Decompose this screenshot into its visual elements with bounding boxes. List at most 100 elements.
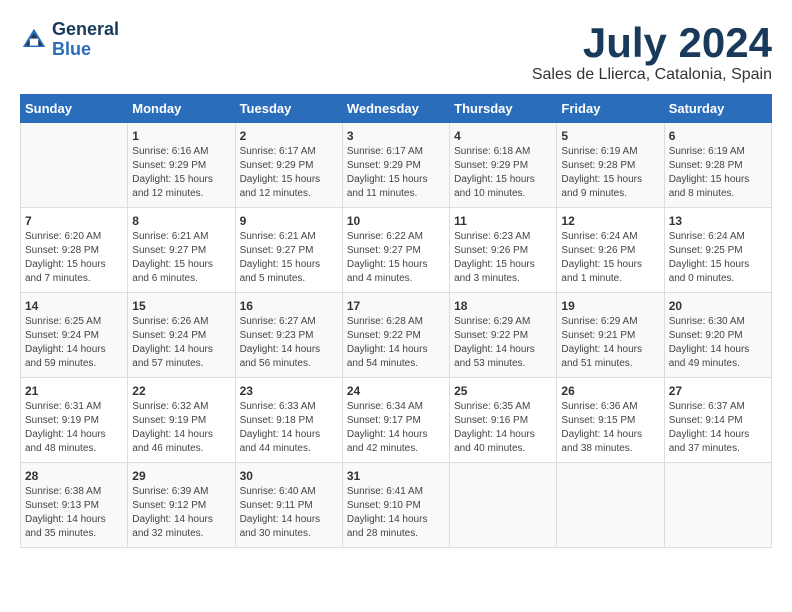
day-number: 30 xyxy=(240,469,338,483)
day-number: 15 xyxy=(132,299,230,313)
day-number: 9 xyxy=(240,214,338,228)
calendar-week-3: 14Sunrise: 6:25 AMSunset: 9:24 PMDayligh… xyxy=(21,293,772,378)
day-number: 8 xyxy=(132,214,230,228)
header: General Blue July 2024 Sales de Llierca,… xyxy=(20,20,772,84)
day-number: 2 xyxy=(240,129,338,143)
day-info: Sunrise: 6:17 AMSunset: 9:29 PMDaylight:… xyxy=(347,145,445,201)
day-info: Sunrise: 6:28 AMSunset: 9:22 PMDaylight:… xyxy=(347,315,445,371)
day-info: Sunrise: 6:24 AMSunset: 9:26 PMDaylight:… xyxy=(561,230,659,286)
day-info: Sunrise: 6:40 AMSunset: 9:11 PMDaylight:… xyxy=(240,485,338,541)
calendar-week-1: 1 Sunrise: 6:16 AMSunset: 9:29 PMDaylight… xyxy=(21,123,772,208)
day-info: Sunrise: 6:29 AMSunset: 9:21 PMDaylight:… xyxy=(561,315,659,371)
day-info: Sunrise: 6:34 AMSunset: 9:17 PMDaylight:… xyxy=(347,400,445,456)
calendar-cell: 23 Sunrise: 6:33 AMSunset: 9:18 PMDayligh… xyxy=(235,378,342,463)
day-number: 5 xyxy=(561,129,659,143)
calendar-cell xyxy=(450,463,557,548)
day-info: Sunrise: 6:27 AMSunset: 9:23 PMDaylight:… xyxy=(240,315,338,371)
day-number: 22 xyxy=(132,384,230,398)
calendar-cell: 16 Sunrise: 6:27 AMSunset: 9:23 PMDayligh… xyxy=(235,293,342,378)
day-number: 14 xyxy=(25,299,123,313)
calendar-cell: 28Sunrise: 6:38 AMSunset: 9:13 PMDayligh… xyxy=(21,463,128,548)
header-wednesday: Wednesday xyxy=(342,95,449,123)
calendar-cell: 5 Sunrise: 6:19 AMSunset: 9:28 PMDaylight… xyxy=(557,123,664,208)
calendar-cell: 20Sunrise: 6:30 AMSunset: 9:20 PMDayligh… xyxy=(664,293,771,378)
day-number: 16 xyxy=(240,299,338,313)
day-info: Sunrise: 6:39 AMSunset: 9:12 PMDaylight:… xyxy=(132,485,230,541)
calendar-cell: 1 Sunrise: 6:16 AMSunset: 9:29 PMDaylight… xyxy=(128,123,235,208)
day-number: 28 xyxy=(25,469,123,483)
day-number: 23 xyxy=(240,384,338,398)
logo-text-line2: Blue xyxy=(52,40,119,60)
day-info: Sunrise: 6:41 AMSunset: 9:10 PMDaylight:… xyxy=(347,485,445,541)
day-number: 3 xyxy=(347,129,445,143)
calendar-cell: 6Sunrise: 6:19 AMSunset: 9:28 PMDaylight… xyxy=(664,123,771,208)
day-info: Sunrise: 6:26 AMSunset: 9:24 PMDaylight:… xyxy=(132,315,230,371)
day-info: Sunrise: 6:18 AMSunset: 9:29 PMDaylight:… xyxy=(454,145,552,201)
header-saturday: Saturday xyxy=(664,95,771,123)
calendar-cell: 13 Sunrise: 6:24 AMSunset: 9:25 PMDayligh… xyxy=(664,208,771,293)
day-number: 11 xyxy=(454,214,552,228)
calendar-cell: 9Sunrise: 6:21 AMSunset: 9:27 PMDaylight… xyxy=(235,208,342,293)
day-info: Sunrise: 6:33 AMSunset: 9:18 PMDaylight:… xyxy=(240,400,338,456)
day-info: Sunrise: 6:19 AMSunset: 9:28 PMDaylight:… xyxy=(561,145,659,201)
month-title: July 2024 xyxy=(532,20,772,66)
calendar-cell: 15 Sunrise: 6:26 AMSunset: 9:24 PMDayligh… xyxy=(128,293,235,378)
calendar-cell: 3 Sunrise: 6:17 AMSunset: 9:29 PMDaylight… xyxy=(342,123,449,208)
calendar-cell: 19 Sunrise: 6:29 AMSunset: 9:21 PMDayligh… xyxy=(557,293,664,378)
day-info: Sunrise: 6:16 AMSunset: 9:29 PMDaylight:… xyxy=(132,145,230,201)
calendar-week-4: 21Sunrise: 6:31 AMSunset: 9:19 PMDayligh… xyxy=(21,378,772,463)
calendar-cell: 10 Sunrise: 6:22 AMSunset: 9:27 PMDayligh… xyxy=(342,208,449,293)
calendar-cell xyxy=(21,123,128,208)
header-thursday: Thursday xyxy=(450,95,557,123)
header-sunday: Sunday xyxy=(21,95,128,123)
day-info: Sunrise: 6:21 AMSunset: 9:27 PMDaylight:… xyxy=(132,230,230,286)
calendar-cell: 14Sunrise: 6:25 AMSunset: 9:24 PMDayligh… xyxy=(21,293,128,378)
day-number: 25 xyxy=(454,384,552,398)
logo-text-line1: General xyxy=(52,20,119,40)
day-number: 20 xyxy=(669,299,767,313)
calendar-cell: 7 Sunrise: 6:20 AMSunset: 9:28 PMDaylight… xyxy=(21,208,128,293)
day-number: 1 xyxy=(132,129,230,143)
header-friday: Friday xyxy=(557,95,664,123)
calendar-cell: 2 Sunrise: 6:17 AMSunset: 9:29 PMDaylight… xyxy=(235,123,342,208)
calendar-table: SundayMondayTuesdayWednesdayThursdayFrid… xyxy=(20,94,772,548)
day-info: Sunrise: 6:37 AMSunset: 9:14 PMDaylight:… xyxy=(669,400,767,456)
logo-icon xyxy=(20,26,48,54)
title-area: July 2024 Sales de Llierca, Catalonia, S… xyxy=(532,20,772,84)
day-number: 6 xyxy=(669,129,767,143)
day-info: Sunrise: 6:17 AMSunset: 9:29 PMDaylight:… xyxy=(240,145,338,201)
calendar-cell xyxy=(664,463,771,548)
day-number: 7 xyxy=(25,214,123,228)
calendar-cell: 8 Sunrise: 6:21 AMSunset: 9:27 PMDaylight… xyxy=(128,208,235,293)
calendar-cell: 21Sunrise: 6:31 AMSunset: 9:19 PMDayligh… xyxy=(21,378,128,463)
logo: General Blue xyxy=(20,20,119,60)
header-tuesday: Tuesday xyxy=(235,95,342,123)
calendar-cell: 4Sunrise: 6:18 AMSunset: 9:29 PMDaylight… xyxy=(450,123,557,208)
calendar-cell: 30 Sunrise: 6:40 AMSunset: 9:11 PMDayligh… xyxy=(235,463,342,548)
day-number: 27 xyxy=(669,384,767,398)
calendar-cell xyxy=(557,463,664,548)
day-info: Sunrise: 6:32 AMSunset: 9:19 PMDaylight:… xyxy=(132,400,230,456)
calendar-cell: 12Sunrise: 6:24 AMSunset: 9:26 PMDayligh… xyxy=(557,208,664,293)
calendar-week-5: 28Sunrise: 6:38 AMSunset: 9:13 PMDayligh… xyxy=(21,463,772,548)
header-monday: Monday xyxy=(128,95,235,123)
day-info: Sunrise: 6:20 AMSunset: 9:28 PMDaylight:… xyxy=(25,230,123,286)
day-number: 17 xyxy=(347,299,445,313)
day-number: 13 xyxy=(669,214,767,228)
day-number: 19 xyxy=(561,299,659,313)
day-info: Sunrise: 6:36 AMSunset: 9:15 PMDaylight:… xyxy=(561,400,659,456)
calendar-header-row: SundayMondayTuesdayWednesdayThursdayFrid… xyxy=(21,95,772,123)
calendar-cell: 29Sunrise: 6:39 AMSunset: 9:12 PMDayligh… xyxy=(128,463,235,548)
day-info: Sunrise: 6:23 AMSunset: 9:26 PMDaylight:… xyxy=(454,230,552,286)
day-number: 21 xyxy=(25,384,123,398)
day-info: Sunrise: 6:22 AMSunset: 9:27 PMDaylight:… xyxy=(347,230,445,286)
calendar-week-2: 7 Sunrise: 6:20 AMSunset: 9:28 PMDaylight… xyxy=(21,208,772,293)
calendar-cell: 25 Sunrise: 6:35 AMSunset: 9:16 PMDayligh… xyxy=(450,378,557,463)
day-number: 26 xyxy=(561,384,659,398)
day-info: Sunrise: 6:24 AMSunset: 9:25 PMDaylight:… xyxy=(669,230,767,286)
day-info: Sunrise: 6:29 AMSunset: 9:22 PMDaylight:… xyxy=(454,315,552,371)
day-info: Sunrise: 6:35 AMSunset: 9:16 PMDaylight:… xyxy=(454,400,552,456)
calendar-cell: 11 Sunrise: 6:23 AMSunset: 9:26 PMDayligh… xyxy=(450,208,557,293)
location-title: Sales de Llierca, Catalonia, Spain xyxy=(532,66,772,84)
day-number: 10 xyxy=(347,214,445,228)
